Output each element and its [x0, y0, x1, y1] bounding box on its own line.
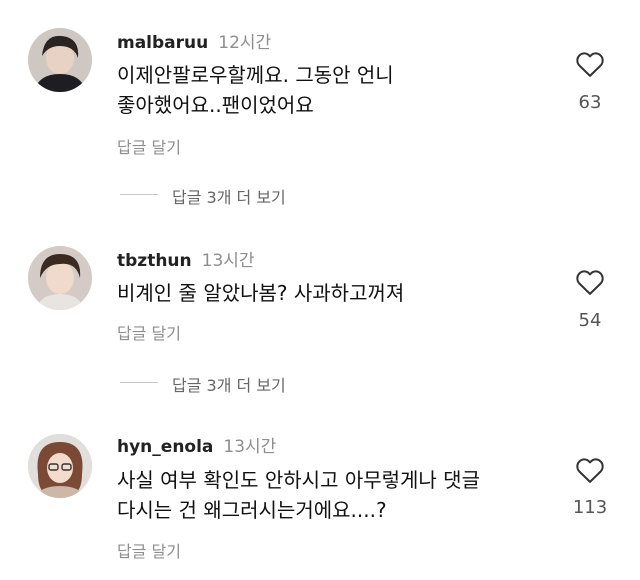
- comment-text: 사실 여부 확인도 안하시고 아무렇게나 댓글 다시는 건 왜그러시는거에요..…: [117, 465, 557, 525]
- reply-button[interactable]: 답글 달기: [117, 538, 181, 562]
- avatar[interactable]: [28, 28, 92, 92]
- reply-button[interactable]: 답글 달기: [117, 134, 181, 158]
- heart-outline-icon: [576, 458, 604, 483]
- view-more-replies[interactable]: 답글 3개 더 보기: [0, 372, 640, 396]
- divider: [120, 382, 158, 383]
- view-more-replies-label[interactable]: 답글 3개 더 보기: [172, 184, 286, 208]
- like-count: 54: [578, 310, 602, 331]
- comment-line: 사실 여부 확인도 안하시고 아무렇게나 댓글: [117, 468, 480, 492]
- like-button[interactable]: [566, 268, 614, 300]
- comment-meta: malbaruu 12시간: [117, 28, 271, 54]
- like-count: 113: [572, 497, 608, 518]
- like-button[interactable]: [566, 456, 614, 488]
- comment-text: 이제안팔로우할께요. 그동안 언니 좋아했어요..팬이었어요: [117, 60, 557, 120]
- comment-text: 비계인 줄 알았나봄? 사과하고꺼져: [117, 278, 557, 308]
- heart-outline-icon: [576, 270, 604, 295]
- like-count: 63: [578, 92, 602, 113]
- username[interactable]: malbaruu: [117, 33, 208, 53]
- view-more-replies[interactable]: 답글 3개 더 보기: [0, 184, 640, 208]
- avatar[interactable]: [28, 246, 92, 310]
- comment-line: 다시는 건 왜그러시는거에요....?: [117, 498, 387, 522]
- user-avatar-photo-icon: [28, 246, 92, 310]
- comment-line: 비계인 줄 알았나봄? 사과하고꺼져: [117, 281, 405, 305]
- reply-button[interactable]: 답글 달기: [117, 320, 181, 344]
- comment-time: 13시간: [201, 251, 255, 271]
- comment-meta: tbzthun 13시간: [117, 246, 255, 272]
- comment-meta: hyn_enola 13시간: [117, 432, 276, 458]
- user-avatar-photo-icon: [28, 434, 92, 498]
- avatar[interactable]: [28, 434, 92, 498]
- comment-line: 이제안팔로우할께요. 그동안 언니: [117, 63, 394, 87]
- like-button[interactable]: [566, 50, 614, 82]
- user-avatar-photo-icon: [28, 28, 92, 92]
- comment-time: 12시간: [218, 33, 272, 53]
- comment-time: 13시간: [223, 437, 277, 457]
- username[interactable]: hyn_enola: [117, 437, 213, 457]
- comment-line: 좋아했어요..팬이었어요: [117, 93, 314, 117]
- heart-outline-icon: [576, 52, 604, 77]
- username[interactable]: tbzthun: [117, 251, 192, 271]
- divider: [120, 194, 158, 195]
- view-more-replies-label[interactable]: 답글 3개 더 보기: [172, 372, 286, 396]
